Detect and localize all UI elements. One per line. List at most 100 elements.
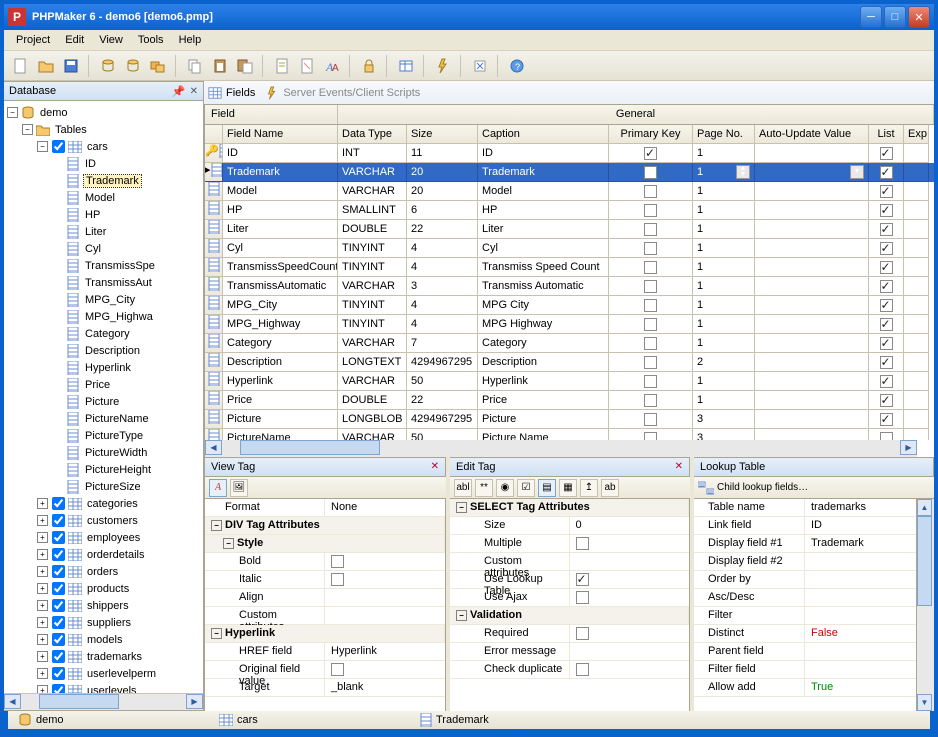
grid-col-8[interactable]: Exp (904, 125, 929, 144)
scroll-right-icon[interactable]: ▶ (186, 694, 203, 709)
chk-list[interactable] (880, 223, 893, 236)
tree-node[interactable]: +categories (7, 495, 203, 512)
tree-node[interactable]: +customers (7, 512, 203, 529)
tree-node[interactable]: PictureSize (7, 478, 203, 495)
tree-checkbox[interactable] (52, 650, 65, 663)
chk-list[interactable] (880, 356, 893, 369)
password-icon[interactable]: ** (475, 479, 493, 497)
file-icon[interactable]: ↥ (580, 479, 598, 497)
textbox-icon[interactable]: abl (454, 479, 472, 497)
textarea-icon[interactable]: ▦ (559, 479, 577, 497)
tree-node[interactable]: Cyl (7, 240, 203, 257)
tree-node[interactable]: PictureName (7, 410, 203, 427)
tree-node[interactable]: −cars (7, 138, 203, 155)
close-button[interactable]: ✕ (908, 6, 930, 28)
grid-row[interactable]: ▸TrademarkVARCHAR20Trademark1▲▼▼ (205, 163, 934, 182)
chk-pk[interactable] (644, 185, 657, 198)
paste-multi-icon[interactable] (234, 55, 256, 77)
tree-node[interactable]: TransmissSpe (7, 257, 203, 274)
prop-display1-val[interactable]: Trademark (805, 535, 916, 552)
format-image-icon[interactable]: 🖼 (230, 479, 248, 497)
tree-checkbox[interactable] (52, 548, 65, 561)
tree-checkbox[interactable] (52, 599, 65, 612)
prop-custom-attrs-val[interactable] (570, 553, 690, 570)
grid-row[interactable]: 🔑IDINT11ID1 (205, 144, 934, 163)
chk-multiple[interactable] (576, 537, 589, 550)
grid-row[interactable]: CylTINYINT4Cyl1 (205, 239, 934, 258)
chk-list[interactable] (880, 375, 893, 388)
chk-list[interactable] (880, 280, 893, 293)
tree-node[interactable]: +shippers (7, 597, 203, 614)
menu-project[interactable]: Project (10, 32, 56, 48)
tree-checkbox[interactable] (52, 633, 65, 646)
tree-checkbox[interactable] (52, 616, 65, 629)
database-tree[interactable]: −demo−Tables−carsIDTrademarkModelHPLiter… (4, 101, 203, 693)
grid-col-0[interactable]: Field Name (223, 125, 338, 144)
panel-view-tag-body[interactable]: FormatNone −DIV Tag Attributes −Style Bo… (205, 499, 446, 711)
prop-errmsg-val[interactable] (570, 643, 690, 660)
prop-linkfield-val[interactable]: ID (805, 517, 916, 534)
grid-col-6[interactable]: Auto-Update Value (755, 125, 869, 144)
grid-col-7[interactable]: List (869, 125, 904, 144)
copy-icon[interactable] (184, 55, 206, 77)
grid-col-1[interactable]: Data Type (338, 125, 407, 144)
script-icon[interactable] (271, 55, 293, 77)
chk-pk[interactable] (644, 223, 657, 236)
panel-edit-tag-tools[interactable]: abl ** ◉ ☑ ▤ ▦ ↥ ab (450, 477, 690, 499)
tree-node[interactable]: PictureHeight (7, 461, 203, 478)
tree-checkbox[interactable] (52, 684, 65, 693)
tab-server-events[interactable]: Server Events/Client Scripts (265, 86, 420, 100)
tree-node[interactable]: +employees (7, 529, 203, 546)
chk-pk[interactable] (644, 375, 657, 388)
grid-row[interactable]: CategoryVARCHAR7Category1 (205, 334, 934, 353)
collapse-icon[interactable]: − (456, 502, 467, 513)
tree-node[interactable]: +userlevels (7, 682, 203, 693)
panel-close-icon[interactable]: ✕ (431, 461, 439, 473)
chk-pk[interactable] (644, 413, 657, 426)
tree-node[interactable]: +models (7, 631, 203, 648)
tree-checkbox[interactable] (52, 531, 65, 544)
pin-icon[interactable]: 📌 (172, 85, 186, 98)
db-refresh-icon[interactable] (122, 55, 144, 77)
help-icon[interactable]: ? (506, 55, 528, 77)
tree-node[interactable]: +orderdetails (7, 546, 203, 563)
prop-filterfield-val[interactable] (805, 661, 916, 678)
tree-node[interactable]: +trademarks (7, 648, 203, 665)
tree-node[interactable]: TransmissAut (7, 274, 203, 291)
grid-col-3[interactable]: Caption (478, 125, 609, 144)
prop-custom-val[interactable] (325, 607, 445, 624)
prop-tablename-val[interactable]: trademarks (805, 499, 916, 516)
tree-checkbox[interactable] (52, 582, 65, 595)
grid-row[interactable]: TransmissAutomaticVARCHAR3Transmiss Auto… (205, 277, 934, 296)
grid-body[interactable]: 🔑IDINT11ID1▸TrademarkVARCHAR20Trademark1… (205, 144, 934, 440)
chk-list[interactable] (880, 147, 893, 160)
prop-filter-val[interactable] (805, 607, 916, 624)
chk-list[interactable] (880, 242, 893, 255)
chk-pk[interactable] (644, 299, 657, 312)
chk-list[interactable] (880, 432, 893, 440)
prop-ascdesc-val[interactable] (805, 589, 916, 606)
chk-pk[interactable] (644, 204, 657, 217)
chk-list[interactable] (880, 337, 893, 350)
chk-pk[interactable] (644, 337, 657, 350)
tree-node[interactable]: MPG_City (7, 291, 203, 308)
chk-orig[interactable] (331, 663, 344, 676)
scroll-thumb[interactable] (240, 440, 380, 455)
chk-pk[interactable] (644, 318, 657, 331)
grid-col-2[interactable]: Size (407, 125, 478, 144)
grid-row[interactable]: HPSMALLINT6HP1 (205, 201, 934, 220)
tree-node[interactable]: PictureWidth (7, 444, 203, 461)
menu-tools[interactable]: Tools (132, 32, 170, 48)
chk-pk[interactable] (644, 280, 657, 293)
prop-allowadd-val[interactable]: True (805, 679, 916, 696)
grid-row[interactable]: ModelVARCHAR20Model1 (205, 182, 934, 201)
chk-pk[interactable] (644, 394, 657, 407)
tree-node[interactable]: HP (7, 206, 203, 223)
tree-checkbox[interactable] (52, 565, 65, 578)
menu-edit[interactable]: Edit (59, 32, 90, 48)
tree-node[interactable]: Description (7, 342, 203, 359)
grid-row[interactable]: TransmissSpeedCountTINYINT4Transmiss Spe… (205, 258, 934, 277)
open-icon[interactable] (35, 55, 57, 77)
tab-fields[interactable]: Fields (208, 86, 255, 100)
menu-view[interactable]: View (93, 32, 129, 48)
